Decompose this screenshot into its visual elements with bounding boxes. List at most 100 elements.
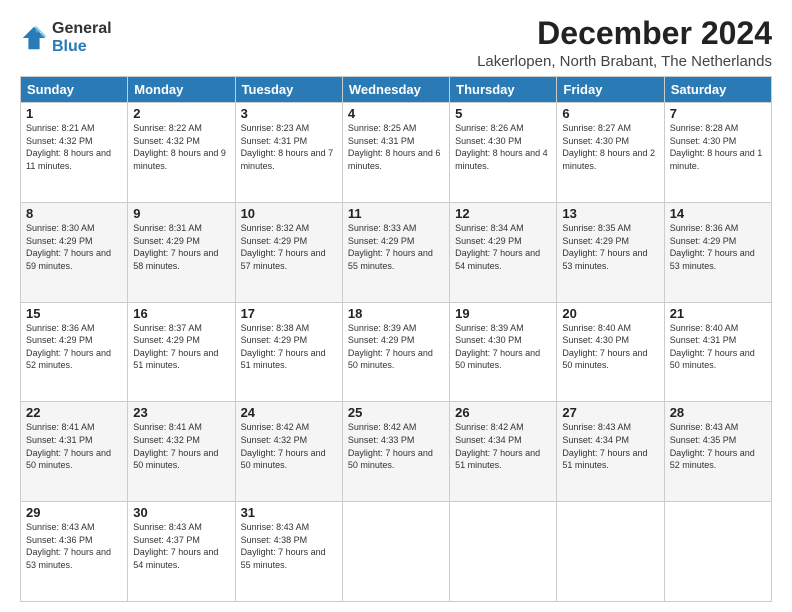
- day-cell: 1 Sunrise: 8:21 AMSunset: 4:32 PMDayligh…: [21, 103, 128, 203]
- day-cell: 14 Sunrise: 8:36 AMSunset: 4:29 PMDaylig…: [664, 202, 771, 302]
- day-cell: 12 Sunrise: 8:34 AMSunset: 4:29 PMDaylig…: [450, 202, 557, 302]
- subtitle: Lakerlopen, North Brabant, The Netherlan…: [477, 53, 772, 70]
- week-row-4: 22 Sunrise: 8:41 AMSunset: 4:31 PMDaylig…: [21, 402, 772, 502]
- day-number: 1: [26, 106, 122, 121]
- day-cell: 21 Sunrise: 8:40 AMSunset: 4:31 PMDaylig…: [664, 302, 771, 402]
- day-info: Sunrise: 8:31 AMSunset: 4:29 PMDaylight:…: [133, 222, 229, 272]
- header-row: SundayMondayTuesdayWednesdayThursdayFrid…: [21, 77, 772, 103]
- day-number: 24: [241, 405, 337, 420]
- day-number: 13: [562, 206, 658, 221]
- day-info: Sunrise: 8:26 AMSunset: 4:30 PMDaylight:…: [455, 122, 551, 172]
- day-info: Sunrise: 8:38 AMSunset: 4:29 PMDaylight:…: [241, 322, 337, 372]
- day-cell: 17 Sunrise: 8:38 AMSunset: 4:29 PMDaylig…: [235, 302, 342, 402]
- week-row-1: 1 Sunrise: 8:21 AMSunset: 4:32 PMDayligh…: [21, 103, 772, 203]
- day-info: Sunrise: 8:25 AMSunset: 4:31 PMDaylight:…: [348, 122, 444, 172]
- day-cell: 30 Sunrise: 8:43 AMSunset: 4:37 PMDaylig…: [128, 502, 235, 602]
- day-number: 27: [562, 405, 658, 420]
- day-cell: 23 Sunrise: 8:41 AMSunset: 4:32 PMDaylig…: [128, 402, 235, 502]
- day-number: 20: [562, 306, 658, 321]
- day-info: Sunrise: 8:35 AMSunset: 4:29 PMDaylight:…: [562, 222, 658, 272]
- day-number: 3: [241, 106, 337, 121]
- day-info: Sunrise: 8:43 AMSunset: 4:35 PMDaylight:…: [670, 421, 766, 471]
- col-header-friday: Friday: [557, 77, 664, 103]
- day-cell: 18 Sunrise: 8:39 AMSunset: 4:29 PMDaylig…: [342, 302, 449, 402]
- day-cell: 3 Sunrise: 8:23 AMSunset: 4:31 PMDayligh…: [235, 103, 342, 203]
- day-number: 17: [241, 306, 337, 321]
- day-info: Sunrise: 8:39 AMSunset: 4:29 PMDaylight:…: [348, 322, 444, 372]
- day-number: 31: [241, 505, 337, 520]
- day-number: 6: [562, 106, 658, 121]
- logo-general: General: [52, 20, 112, 38]
- day-cell: 10 Sunrise: 8:32 AMSunset: 4:29 PMDaylig…: [235, 202, 342, 302]
- day-info: Sunrise: 8:32 AMSunset: 4:29 PMDaylight:…: [241, 222, 337, 272]
- day-info: Sunrise: 8:33 AMSunset: 4:29 PMDaylight:…: [348, 222, 444, 272]
- day-info: Sunrise: 8:36 AMSunset: 4:29 PMDaylight:…: [670, 222, 766, 272]
- day-number: 30: [133, 505, 229, 520]
- day-cell: 31 Sunrise: 8:43 AMSunset: 4:38 PMDaylig…: [235, 502, 342, 602]
- page: General Blue December 2024 Lakerlopen, N…: [0, 0, 792, 612]
- day-cell: [450, 502, 557, 602]
- day-number: 18: [348, 306, 444, 321]
- day-number: 25: [348, 405, 444, 420]
- day-number: 21: [670, 306, 766, 321]
- main-title: December 2024: [477, 16, 772, 51]
- day-cell: 22 Sunrise: 8:41 AMSunset: 4:31 PMDaylig…: [21, 402, 128, 502]
- logo-text: General Blue: [52, 20, 112, 55]
- day-number: 22: [26, 405, 122, 420]
- day-info: Sunrise: 8:41 AMSunset: 4:31 PMDaylight:…: [26, 421, 122, 471]
- logo-blue: Blue: [52, 38, 112, 56]
- day-info: Sunrise: 8:43 AMSunset: 4:37 PMDaylight:…: [133, 521, 229, 571]
- day-cell: 19 Sunrise: 8:39 AMSunset: 4:30 PMDaylig…: [450, 302, 557, 402]
- day-cell: 2 Sunrise: 8:22 AMSunset: 4:32 PMDayligh…: [128, 103, 235, 203]
- logo: General Blue: [20, 20, 112, 55]
- day-cell: 8 Sunrise: 8:30 AMSunset: 4:29 PMDayligh…: [21, 202, 128, 302]
- col-header-thursday: Thursday: [450, 77, 557, 103]
- day-number: 19: [455, 306, 551, 321]
- week-row-3: 15 Sunrise: 8:36 AMSunset: 4:29 PMDaylig…: [21, 302, 772, 402]
- day-cell: 29 Sunrise: 8:43 AMSunset: 4:36 PMDaylig…: [21, 502, 128, 602]
- day-cell: 28 Sunrise: 8:43 AMSunset: 4:35 PMDaylig…: [664, 402, 771, 502]
- day-number: 2: [133, 106, 229, 121]
- day-number: 23: [133, 405, 229, 420]
- day-info: Sunrise: 8:36 AMSunset: 4:29 PMDaylight:…: [26, 322, 122, 372]
- day-info: Sunrise: 8:43 AMSunset: 4:36 PMDaylight:…: [26, 521, 122, 571]
- day-info: Sunrise: 8:34 AMSunset: 4:29 PMDaylight:…: [455, 222, 551, 272]
- col-header-tuesday: Tuesday: [235, 77, 342, 103]
- day-cell: 27 Sunrise: 8:43 AMSunset: 4:34 PMDaylig…: [557, 402, 664, 502]
- title-block: December 2024 Lakerlopen, North Brabant,…: [477, 16, 772, 70]
- day-cell: 4 Sunrise: 8:25 AMSunset: 4:31 PMDayligh…: [342, 103, 449, 203]
- col-header-sunday: Sunday: [21, 77, 128, 103]
- day-info: Sunrise: 8:28 AMSunset: 4:30 PMDaylight:…: [670, 122, 766, 172]
- day-info: Sunrise: 8:40 AMSunset: 4:31 PMDaylight:…: [670, 322, 766, 372]
- day-info: Sunrise: 8:40 AMSunset: 4:30 PMDaylight:…: [562, 322, 658, 372]
- day-number: 12: [455, 206, 551, 221]
- day-number: 10: [241, 206, 337, 221]
- day-cell: 25 Sunrise: 8:42 AMSunset: 4:33 PMDaylig…: [342, 402, 449, 502]
- day-cell: 26 Sunrise: 8:42 AMSunset: 4:34 PMDaylig…: [450, 402, 557, 502]
- day-cell: [557, 502, 664, 602]
- day-cell: 7 Sunrise: 8:28 AMSunset: 4:30 PMDayligh…: [664, 103, 771, 203]
- day-cell: 5 Sunrise: 8:26 AMSunset: 4:30 PMDayligh…: [450, 103, 557, 203]
- day-info: Sunrise: 8:43 AMSunset: 4:34 PMDaylight:…: [562, 421, 658, 471]
- day-number: 9: [133, 206, 229, 221]
- day-info: Sunrise: 8:23 AMSunset: 4:31 PMDaylight:…: [241, 122, 337, 172]
- day-number: 29: [26, 505, 122, 520]
- day-cell: 20 Sunrise: 8:40 AMSunset: 4:30 PMDaylig…: [557, 302, 664, 402]
- col-header-wednesday: Wednesday: [342, 77, 449, 103]
- day-info: Sunrise: 8:41 AMSunset: 4:32 PMDaylight:…: [133, 421, 229, 471]
- day-cell: [342, 502, 449, 602]
- day-number: 11: [348, 206, 444, 221]
- week-row-2: 8 Sunrise: 8:30 AMSunset: 4:29 PMDayligh…: [21, 202, 772, 302]
- day-number: 26: [455, 405, 551, 420]
- day-info: Sunrise: 8:22 AMSunset: 4:32 PMDaylight:…: [133, 122, 229, 172]
- day-number: 4: [348, 106, 444, 121]
- day-cell: 6 Sunrise: 8:27 AMSunset: 4:30 PMDayligh…: [557, 103, 664, 203]
- col-header-monday: Monday: [128, 77, 235, 103]
- day-number: 8: [26, 206, 122, 221]
- day-cell: 9 Sunrise: 8:31 AMSunset: 4:29 PMDayligh…: [128, 202, 235, 302]
- day-cell: 16 Sunrise: 8:37 AMSunset: 4:29 PMDaylig…: [128, 302, 235, 402]
- day-number: 15: [26, 306, 122, 321]
- day-cell: 11 Sunrise: 8:33 AMSunset: 4:29 PMDaylig…: [342, 202, 449, 302]
- day-info: Sunrise: 8:39 AMSunset: 4:30 PMDaylight:…: [455, 322, 551, 372]
- day-cell: 13 Sunrise: 8:35 AMSunset: 4:29 PMDaylig…: [557, 202, 664, 302]
